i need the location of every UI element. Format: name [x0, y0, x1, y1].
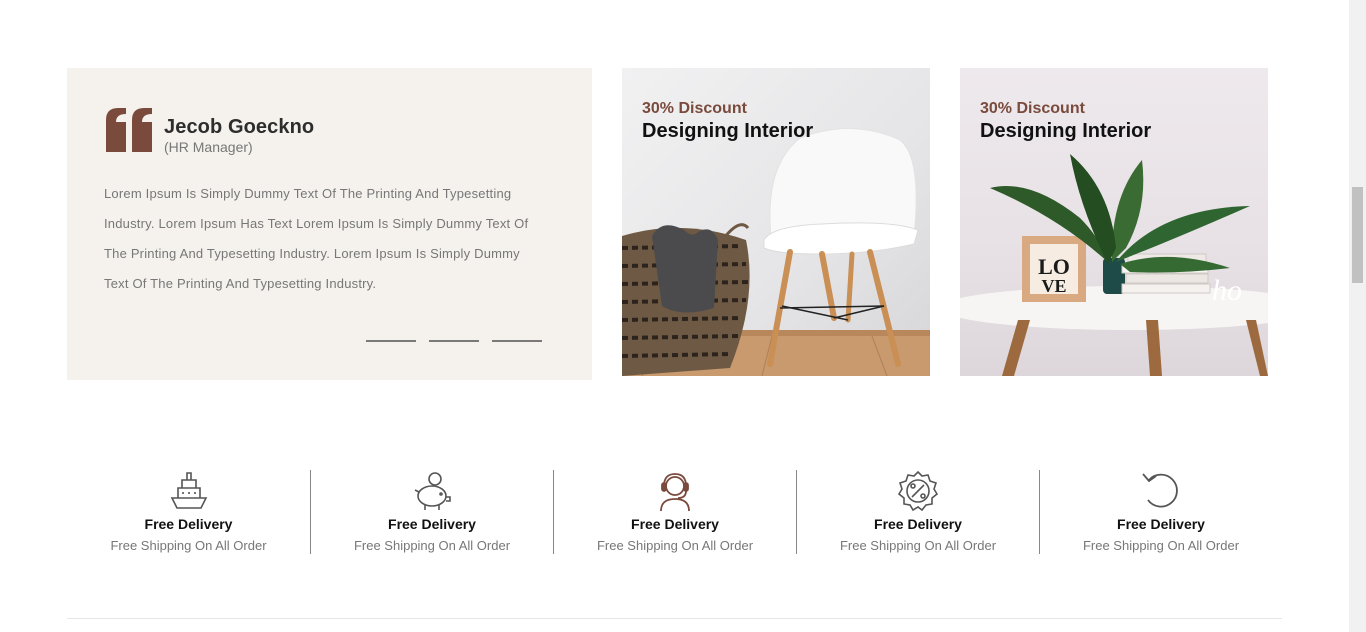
feature-title: Free Delivery [144, 516, 233, 532]
scrollbar-thumb[interactable] [1352, 187, 1363, 283]
piggy-bank-icon [414, 472, 451, 510]
slider-dot-2[interactable] [429, 340, 479, 342]
feature-subtitle: Free Shipping On All Order [1082, 538, 1240, 553]
return-arrow-icon [1142, 473, 1178, 508]
ship-icon [170, 472, 207, 509]
promo-banner-1[interactable]: 30% Discount Designing Interior [622, 68, 930, 376]
banner-title: Designing Interior [980, 120, 1152, 142]
feature-item: Free Delivery Free Shipping On All Order [796, 470, 1039, 554]
discount-badge-icon [897, 470, 939, 512]
slider-dots [366, 340, 542, 342]
feature-item: Free Delivery Free Shipping On All Order [1039, 470, 1282, 554]
feature-title: Free Delivery [631, 516, 719, 532]
banner-discount: 30% Discount [980, 100, 1085, 117]
banner-title: Designing Interior [642, 120, 814, 142]
quote-icon [106, 108, 152, 152]
slider-dot-1[interactable] [366, 340, 416, 342]
feature-subtitle: Free Shipping On All Order [110, 538, 267, 553]
feature-title: Free Delivery [388, 516, 476, 532]
testimonial-role: (HR Manager) [164, 139, 253, 155]
support-headset-icon [660, 473, 690, 512]
feature-item: Free Delivery Free Shipping On All Order [310, 470, 553, 554]
feature-item: Free Delivery Free Shipping On All Order [67, 470, 310, 554]
testimonial-card: Jecob Goeckno (HR Manager) Lorem Ipsum I… [67, 68, 592, 380]
promo-banner-2[interactable]: LO VE ho 30% Discount Designing Interior [960, 68, 1268, 376]
feature-title: Free Delivery [874, 516, 962, 532]
feature-item: Free Delivery Free Shipping On All Order [553, 470, 796, 554]
feature-subtitle: Free Shipping On All Order [353, 538, 511, 553]
section-divider [67, 618, 1282, 619]
banner-discount: 30% Discount [642, 100, 747, 117]
svg-text:VE: VE [1041, 276, 1066, 296]
feature-subtitle: Free Shipping On All Order [839, 538, 997, 553]
slider-dot-3[interactable] [492, 340, 542, 342]
svg-text:ho: ho [1212, 274, 1242, 307]
feature-title: Free Delivery [1117, 516, 1205, 532]
testimonial-name: Jecob Goeckno [164, 116, 315, 138]
testimonial-text: Lorem Ipsum Is Simply Dummy Text Of The … [104, 186, 529, 291]
page-scrollbar[interactable] [1349, 0, 1366, 632]
feature-subtitle: Free Shipping On All Order [596, 538, 754, 553]
features-row: Free Delivery Free Shipping On All Order… [67, 470, 1282, 554]
